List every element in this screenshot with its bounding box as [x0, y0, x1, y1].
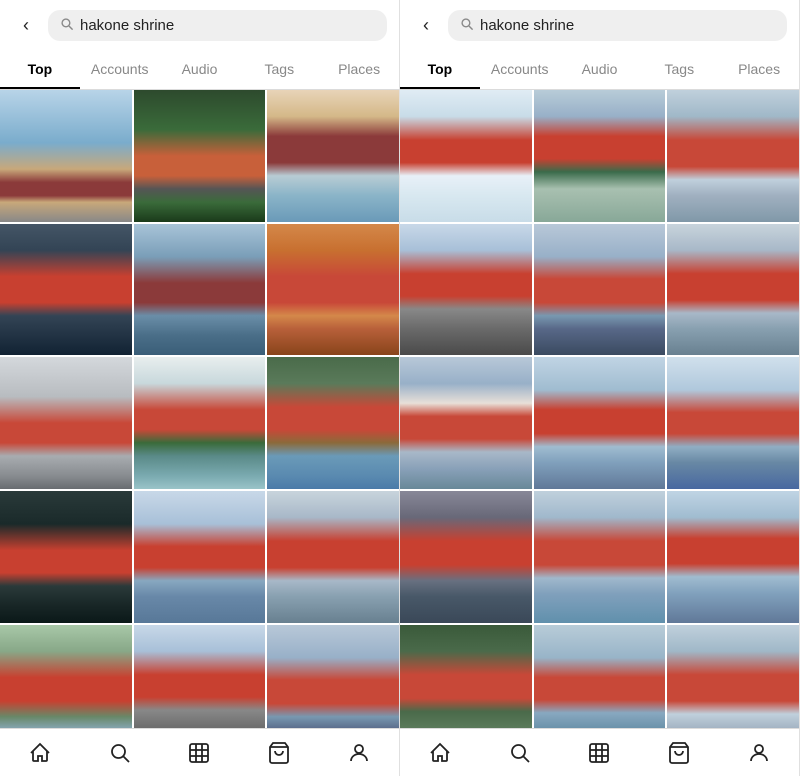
left-nav-shop[interactable]	[265, 739, 293, 767]
grid-image-5[interactable]	[667, 224, 799, 356]
right-search-input-wrap[interactable]: hakone shrine	[448, 10, 787, 41]
left-search-bar: ‹ hakone shrine	[0, 0, 399, 51]
grid-image-11[interactable]	[267, 491, 399, 623]
right-tab-audio[interactable]: Audio	[560, 51, 640, 89]
right-tab-tags[interactable]: Tags	[639, 51, 719, 89]
left-panel: ‹ hakone shrine Top Accounts Audio Tags …	[0, 0, 400, 776]
grid-image-13[interactable]	[534, 625, 666, 728]
grid-image-3[interactable]	[400, 224, 532, 356]
right-search-bar: ‹ hakone shrine	[400, 0, 799, 51]
left-nav-home[interactable]	[26, 739, 54, 767]
grid-image-4[interactable]	[534, 224, 666, 356]
grid-image-12[interactable]	[0, 625, 132, 728]
right-image-grid	[400, 90, 799, 728]
left-search-icon	[60, 17, 74, 34]
left-tabs: Top Accounts Audio Tags Places	[0, 51, 399, 90]
grid-image-0[interactable]	[0, 90, 132, 222]
right-nav-reels[interactable]	[585, 739, 613, 767]
left-nav-search[interactable]	[106, 739, 134, 767]
left-back-button[interactable]: ‹	[12, 12, 40, 40]
grid-image-7[interactable]	[134, 357, 266, 489]
right-grid-area	[400, 90, 799, 728]
left-tab-tags[interactable]: Tags	[239, 51, 319, 89]
left-tab-accounts[interactable]: Accounts	[80, 51, 160, 89]
left-grid-area	[0, 90, 399, 728]
grid-image-8[interactable]	[667, 357, 799, 489]
grid-image-4[interactable]	[134, 224, 266, 356]
right-back-button[interactable]: ‹	[412, 12, 440, 40]
grid-image-12[interactable]	[400, 625, 532, 728]
grid-image-10[interactable]	[134, 491, 266, 623]
grid-image-2[interactable]	[267, 90, 399, 222]
grid-image-8[interactable]	[267, 357, 399, 489]
right-search-query: hakone shrine	[480, 17, 574, 34]
left-nav-reels[interactable]	[185, 739, 213, 767]
left-nav-profile[interactable]	[345, 739, 373, 767]
grid-image-0[interactable]	[400, 90, 532, 222]
right-nav-search[interactable]	[506, 739, 534, 767]
grid-image-9[interactable]	[400, 491, 532, 623]
right-panel: ‹ hakone shrine Top Accounts Audio Tags …	[400, 0, 800, 776]
right-tab-top[interactable]: Top	[400, 51, 480, 89]
grid-image-1[interactable]	[534, 90, 666, 222]
grid-image-5[interactable]	[267, 224, 399, 356]
grid-image-14[interactable]	[667, 625, 799, 728]
grid-image-11[interactable]	[667, 491, 799, 623]
grid-image-1[interactable]	[134, 90, 266, 222]
right-tab-places[interactable]: Places	[719, 51, 799, 89]
right-back-icon: ‹	[423, 15, 429, 36]
left-search-query: hakone shrine	[80, 17, 174, 34]
left-tab-places[interactable]: Places	[319, 51, 399, 89]
right-search-icon	[460, 17, 474, 34]
right-tab-accounts[interactable]: Accounts	[480, 51, 560, 89]
right-nav-profile[interactable]	[745, 739, 773, 767]
grid-image-6[interactable]	[0, 357, 132, 489]
left-tab-audio[interactable]: Audio	[160, 51, 240, 89]
grid-image-14[interactable]	[267, 625, 399, 728]
right-bottom-nav	[400, 728, 799, 776]
grid-image-13[interactable]	[134, 625, 266, 728]
grid-image-3[interactable]	[0, 224, 132, 356]
left-back-icon: ‹	[23, 15, 29, 36]
grid-image-7[interactable]	[534, 357, 666, 489]
right-nav-shop[interactable]	[665, 739, 693, 767]
grid-image-2[interactable]	[667, 90, 799, 222]
grid-image-6[interactable]	[400, 357, 532, 489]
right-tabs: Top Accounts Audio Tags Places	[400, 51, 799, 90]
left-bottom-nav	[0, 728, 399, 776]
grid-image-10[interactable]	[534, 491, 666, 623]
left-image-grid	[0, 90, 399, 728]
left-tab-top[interactable]: Top	[0, 51, 80, 89]
grid-image-9[interactable]	[0, 491, 132, 623]
right-nav-home[interactable]	[426, 739, 454, 767]
left-search-input-wrap[interactable]: hakone shrine	[48, 10, 387, 41]
